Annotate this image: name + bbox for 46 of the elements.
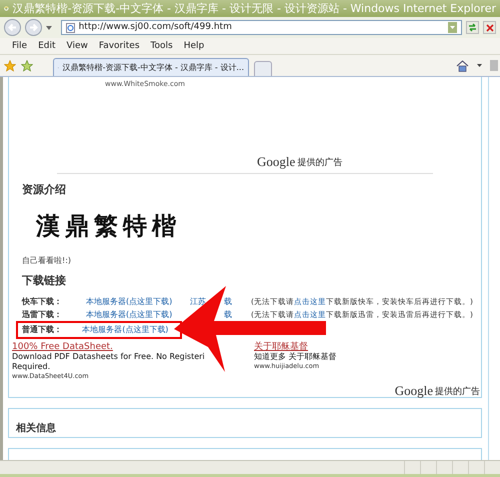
home-icon[interactable]: [456, 60, 469, 72]
section-heading: 下载链接: [22, 275, 67, 286]
close-icon: [486, 24, 494, 32]
back-button[interactable]: [4, 19, 21, 36]
address-field[interactable]: http://www.sj00.com/soft/499.htm: [60, 20, 462, 35]
refresh-button[interactable]: [466, 21, 480, 34]
mirror-link[interactable]: 江苏: [190, 298, 206, 306]
menu-item[interactable]: Tools: [150, 42, 173, 50]
download-label: 迅雷下载：: [22, 310, 63, 318]
browser-tab[interactable]: 汉鼎繁特楷-资源下载-中文字体 - 汉鼎字库 - 设计...: [53, 58, 249, 76]
intro-text: 自己看看啦!:): [22, 257, 72, 265]
ad-title[interactable]: 100% Free DataSheet.: [12, 342, 254, 352]
mirror-link[interactable]: 载: [224, 310, 232, 318]
refresh-icon: [468, 23, 478, 32]
download-label: 普通下载：: [22, 326, 63, 334]
forward-button[interactable]: [24, 19, 42, 36]
google-logo-text: Google: [394, 384, 433, 397]
menu-item[interactable]: Edit: [38, 42, 56, 50]
back-arrow-icon: [8, 23, 17, 32]
section-heading: 资源介绍: [22, 184, 67, 195]
section-heading: 相关信息: [16, 423, 56, 434]
dropdown-icon[interactable]: [46, 26, 52, 30]
window-title: 汉鼎繁特楷-资源下载-中文字体 - 汉鼎字库 - 设计无限 - 设计资源站 - Windows Internet Explorer: [12, 3, 496, 14]
ad-text: Download PDF Datasheets for Free. No Registeri: [12, 352, 206, 362]
add-star-icon[interactable]: [21, 60, 33, 72]
download-link[interactable]: 本地服务器(点这里下载): [86, 310, 172, 318]
menu-item[interactable]: View: [66, 42, 88, 50]
dropdown-icon[interactable]: [477, 64, 482, 67]
ad-label: 提供的广告: [297, 159, 342, 168]
ad-text: 知道更多 关于耶稣基督: [254, 352, 337, 362]
stop-button[interactable]: [483, 21, 496, 34]
ad-text: Required.: [12, 362, 52, 372]
new-tab-button[interactable]: [254, 61, 272, 76]
download-link[interactable]: 本地服务器(点这里下载): [86, 298, 172, 306]
google-logo-text: Google: [257, 155, 296, 168]
menu-item[interactable]: File: [12, 42, 28, 50]
menu-item[interactable]: Help: [184, 42, 204, 50]
download-label: 快车下载：: [22, 298, 63, 306]
ad-label: 提供的广告: [435, 388, 480, 397]
menu-item[interactable]: Favorites: [98, 42, 140, 50]
download-link[interactable]: 本地服务器(点这里下载): [82, 326, 168, 334]
ad-title[interactable]: 关于耶稣基督: [254, 342, 337, 352]
font-sample: 漢鼎繁特楷: [36, 214, 182, 238]
mirror-link[interactable]: 载: [224, 298, 232, 306]
star-icon[interactable]: [4, 60, 16, 72]
forward-arrow-icon: [28, 23, 38, 32]
